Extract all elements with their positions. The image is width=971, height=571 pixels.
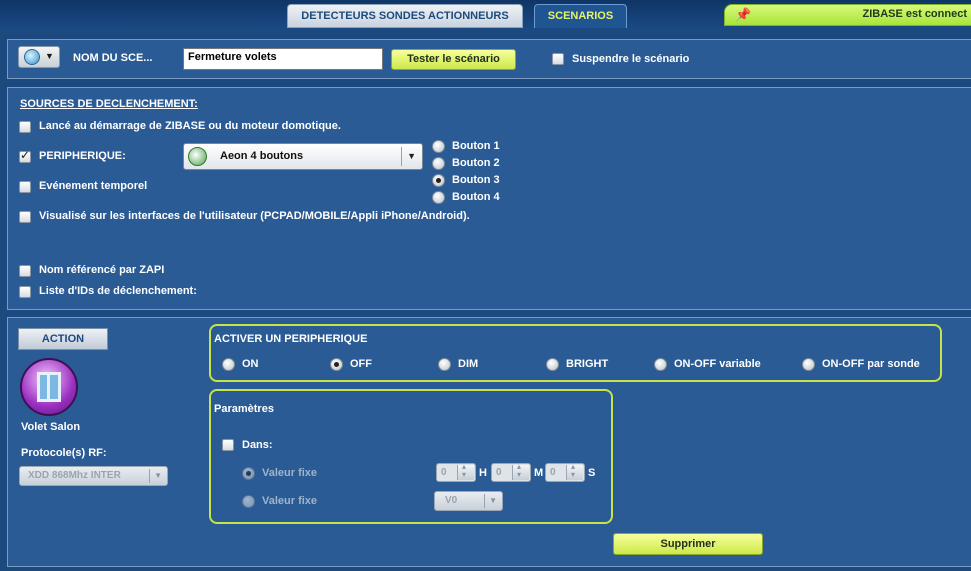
chevron-down-icon: ▼ <box>407 151 416 161</box>
zapi-label: Nom référencé par ZAPI <box>39 264 165 276</box>
chevron-down-icon: ▼ <box>45 51 54 61</box>
visualized-checkbox[interactable] <box>19 211 31 223</box>
chevron-down-icon: ▼ <box>489 496 497 505</box>
radio-off[interactable] <box>330 358 343 371</box>
radio-on-off-variable[interactable] <box>654 358 667 371</box>
radio-bouton-4[interactable] <box>432 191 445 204</box>
radio-on[interactable] <box>222 358 235 371</box>
dans-label: Dans: <box>242 439 273 451</box>
radio-bright[interactable] <box>546 358 559 371</box>
select-divider <box>401 147 402 166</box>
globe-icon <box>24 49 40 65</box>
radio-bouton-2[interactable] <box>432 157 445 170</box>
startup-checkbox[interactable] <box>19 121 31 133</box>
scenario-name-input[interactable]: Fermeture volets <box>183 48 383 70</box>
device-select-value: Aeon 4 boutons <box>220 150 304 162</box>
valeur-fixe-1-label: Valeur fixe <box>262 467 318 479</box>
zapi-checkbox[interactable] <box>19 265 31 277</box>
minutes-value: 0 <box>496 467 502 478</box>
scenario-icon-button[interactable]: ▼ <box>18 46 60 68</box>
device-icon <box>188 147 207 166</box>
device-select[interactable]: Aeon 4 boutons ▼ <box>183 143 423 170</box>
chevron-down-icon: ▼ <box>154 471 162 480</box>
visualized-label: Visualisé sur les interfaces de l'utilis… <box>39 210 470 222</box>
protocol-label: Protocole(s) RF: <box>21 447 107 459</box>
delete-button[interactable]: Supprimer <box>613 533 763 555</box>
tab-scenarios[interactable]: SCENARIOS <box>534 4 627 28</box>
stepper-arrows-icon[interactable] <box>457 462 474 480</box>
option-on-off-variable-label: ON-OFF variable <box>674 358 761 370</box>
stepper-arrows-icon[interactable] <box>566 462 583 480</box>
option-bright-label: BRIGHT <box>566 358 609 370</box>
shutter-device-icon[interactable] <box>20 358 78 416</box>
scenario-name-label: NOM DU SCE... <box>73 52 153 64</box>
hours-value: 0 <box>441 467 447 478</box>
option-on-off-par-sonde-label: ON-OFF par sonde <box>822 358 920 370</box>
select-divider <box>149 469 150 483</box>
tab-detecteurs[interactable]: DETECTEURS SONDES ACTIONNEURS <box>287 4 523 28</box>
stepper-arrows-icon[interactable] <box>512 462 529 480</box>
seconds-stepper[interactable]: 0 <box>545 462 585 482</box>
connection-status: 📌 ZIBASE est connect <box>724 4 971 26</box>
peripherique-label: PERIPHERIQUE: <box>39 150 126 162</box>
temporal-checkbox[interactable] <box>19 181 31 193</box>
seconds-value: 0 <box>550 467 556 478</box>
startup-label: Lancé au démarrage de ZIBASE ou du moteu… <box>39 120 341 132</box>
connection-status-text: ZIBASE est connect <box>862 8 967 20</box>
valeur-fixe-2-label: Valeur fixe <box>262 495 318 507</box>
window-icon <box>37 372 61 402</box>
bouton-4-label: Bouton 4 <box>452 191 500 203</box>
radio-dim[interactable] <box>438 358 451 371</box>
ids-checkbox[interactable] <box>19 286 31 298</box>
minutes-unit: M <box>534 467 544 479</box>
select-divider <box>484 494 485 508</box>
radio-bouton-3[interactable] <box>432 174 445 187</box>
hours-unit: H <box>479 467 487 479</box>
triggers-title: SOURCES DE DECLENCHEMENT: <box>20 98 198 110</box>
temporal-label: Evénement temporel <box>39 180 148 192</box>
params-title: Paramètres <box>214 403 274 415</box>
seconds-unit: S <box>588 467 596 479</box>
minutes-stepper[interactable]: 0 <box>491 462 531 482</box>
suspend-label: Suspendre le scénario <box>572 53 690 65</box>
radio-valeur-fixe-1[interactable] <box>242 467 255 480</box>
peripherique-checkbox[interactable] <box>19 148 31 163</box>
radio-valeur-fixe-2[interactable] <box>242 495 255 508</box>
test-scenario-button[interactable]: Tester le scénario <box>391 49 516 70</box>
protocol-select[interactable]: XDD 868Mhz INTER ▼ <box>19 466 168 486</box>
suspend-checkbox[interactable] <box>552 53 564 65</box>
radio-bouton-1[interactable] <box>432 140 445 153</box>
bouton-3-label: Bouton 3 <box>452 174 500 186</box>
device-name: Volet Salon <box>21 421 81 433</box>
radio-on-off-par-sonde[interactable] <box>802 358 815 371</box>
bouton-2-label: Bouton 2 <box>452 157 500 169</box>
ids-label: Liste d'IDs de déclenchement: <box>39 285 197 297</box>
dans-checkbox[interactable] <box>222 439 234 451</box>
option-on-label: ON <box>242 358 259 370</box>
protocol-select-value: XDD 868Mhz INTER <box>28 470 121 481</box>
hours-stepper[interactable]: 0 <box>436 462 476 482</box>
option-off-label: OFF <box>350 358 372 370</box>
variable-select[interactable]: V0 ▼ <box>434 491 503 511</box>
pin-icon: 📌 <box>735 7 752 22</box>
variable-select-value: V0 <box>445 495 458 506</box>
action-button[interactable]: ACTION <box>18 328 108 350</box>
activate-title: ACTIVER UN PERIPHERIQUE <box>214 333 368 345</box>
option-dim-label: DIM <box>458 358 479 370</box>
bouton-1-label: Bouton 1 <box>452 140 500 152</box>
